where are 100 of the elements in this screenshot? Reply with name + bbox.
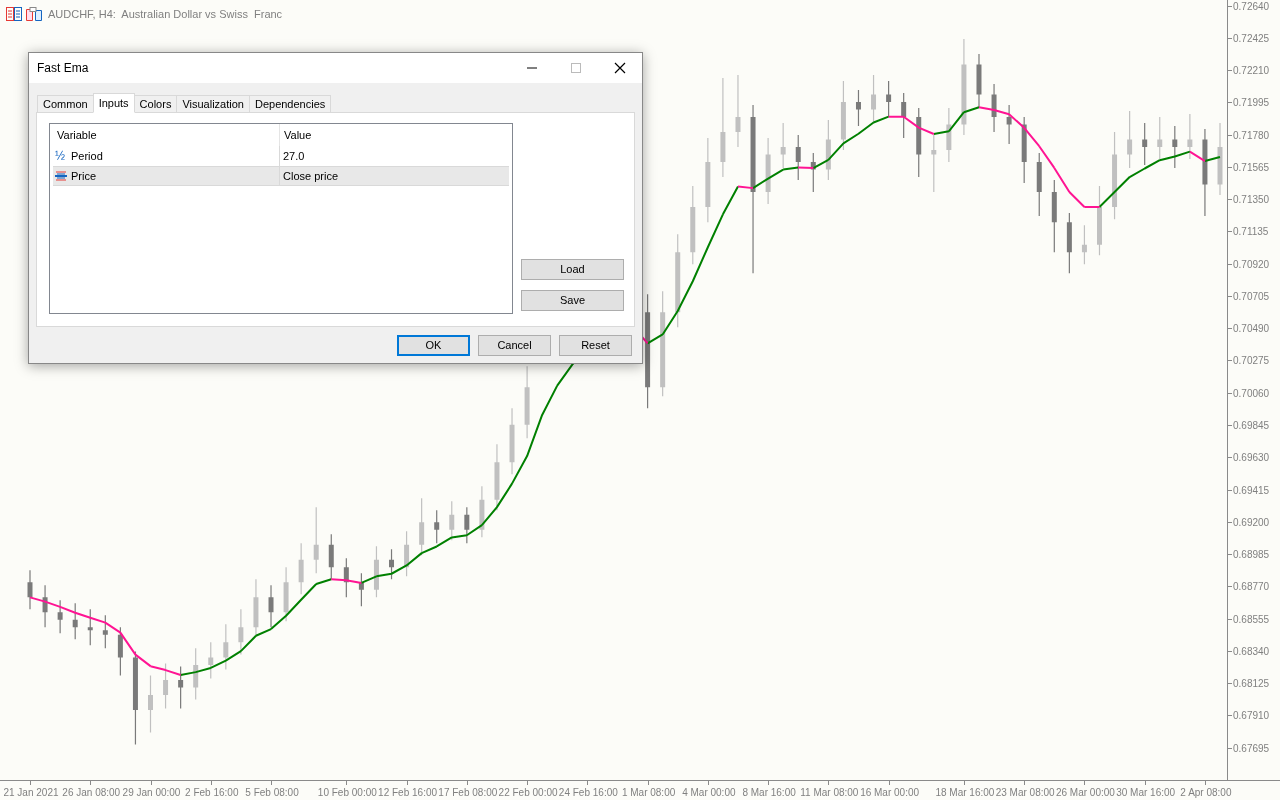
- time-label: 16 Mar 00:00: [860, 786, 920, 800]
- candlestick: [765, 138, 771, 205]
- candlestick: [1066, 213, 1072, 274]
- candlestick: [434, 510, 440, 544]
- time-label: 4 Mar 00:00: [682, 786, 736, 800]
- tab[interactable]: Dependencies: [248, 95, 332, 113]
- time-label: 29 Jan 00:00: [122, 786, 181, 800]
- price-label: 0.72425: [1233, 31, 1270, 46]
- candlestick: [238, 609, 244, 655]
- column-header: Value: [283, 127, 313, 143]
- candlestick: [449, 501, 455, 541]
- candlestick: [795, 135, 801, 181]
- candlestick: [750, 105, 756, 274]
- variable-name: Period: [71, 148, 103, 164]
- price-label: 0.71565: [1233, 160, 1270, 175]
- candlestick: [373, 546, 379, 598]
- table-row[interactable]: Price Close price: [53, 166, 509, 186]
- time-label: 1 Mar 08:00: [621, 786, 676, 800]
- time-label: 8 Mar 16:00: [742, 786, 796, 800]
- candlestick: [464, 507, 470, 544]
- price-label: 0.70275: [1233, 354, 1270, 369]
- candlestick: [328, 534, 334, 580]
- candlestick: [1202, 129, 1208, 217]
- price-label: 0.70920: [1233, 257, 1270, 272]
- chart-window-icon: [26, 7, 42, 22]
- candlestick: [117, 627, 123, 676]
- variable-name: Price: [71, 168, 97, 184]
- candlestick: [1006, 105, 1012, 145]
- candlestick: [208, 642, 214, 679]
- side-button[interactable]: Save: [521, 290, 624, 311]
- candlestick: [1217, 123, 1223, 196]
- price-label: 0.68770: [1233, 580, 1270, 595]
- time-label: 2 Feb 16:00: [185, 786, 239, 800]
- candlestick: [509, 408, 515, 475]
- candlestick: [313, 507, 319, 574]
- close-icon[interactable]: [614, 62, 626, 74]
- time-label: 10 Feb 00:00: [317, 786, 377, 800]
- candlestick: [1036, 153, 1042, 217]
- candlestick: [1021, 117, 1027, 184]
- dialog-button[interactable]: Cancel: [478, 335, 551, 356]
- tab[interactable]: Common: [37, 95, 94, 113]
- candlestick: [976, 54, 982, 109]
- candlestick: [825, 120, 831, 181]
- candlestick: [1096, 186, 1102, 256]
- price-label: 0.68555: [1233, 612, 1270, 627]
- time-label: 26 Mar 00:00: [1055, 786, 1115, 800]
- time-label: 22 Feb 00:00: [498, 786, 558, 800]
- price-label: 0.71350: [1233, 193, 1270, 208]
- variable-value: Close price: [282, 168, 339, 184]
- candlestick: [1051, 180, 1057, 253]
- candlestick: [148, 675, 154, 733]
- list-icon: [6, 7, 22, 22]
- time-label: 26 Jan 08:00: [62, 786, 121, 800]
- candlestick: [780, 123, 786, 169]
- price-label: 0.70490: [1233, 322, 1270, 337]
- candlestick: [132, 651, 138, 745]
- price-label: 0.69845: [1233, 419, 1270, 433]
- dialog-title: Fast Ema: [37, 60, 90, 77]
- price-label: 0.71135: [1233, 225, 1269, 240]
- time-label: 2 Apr 08:00: [1180, 786, 1232, 800]
- time-label: 11 Mar 08:00: [800, 786, 859, 800]
- dialog-button[interactable]: Reset: [559, 335, 632, 356]
- dialog-button[interactable]: OK: [397, 335, 470, 356]
- candlestick: [735, 75, 741, 148]
- candlestick: [916, 108, 922, 178]
- candlestick: [675, 234, 681, 328]
- time-label: 5 Feb 08:00: [245, 786, 299, 800]
- candlestick: [163, 663, 169, 709]
- time-label: 12 Feb 16:00: [378, 786, 438, 800]
- candlestick: [720, 78, 726, 178]
- price-label: 0.72210: [1233, 64, 1270, 79]
- candlestick: [931, 135, 937, 193]
- candlestick: [253, 579, 259, 637]
- candlestick: [524, 366, 530, 439]
- candlestick: [27, 570, 33, 610]
- candlestick: [1127, 111, 1133, 169]
- candlestick: [840, 81, 846, 151]
- enum-icon: [55, 170, 67, 182]
- time-label: 21 Jan 2021: [3, 786, 59, 800]
- time-label: 17 Feb 08:00: [438, 786, 498, 800]
- candlestick: [298, 543, 304, 595]
- time-label: 30 Mar 16:00: [1116, 786, 1176, 800]
- price-label: 0.68340: [1233, 644, 1270, 659]
- candlestick: [1112, 132, 1118, 220]
- price-label: 0.72640: [1233, 0, 1270, 14]
- time-label: 23 Mar 08:00: [995, 786, 1055, 800]
- candlestick: [479, 486, 485, 538]
- side-button[interactable]: Load: [521, 259, 624, 280]
- price-label: 0.70705: [1233, 289, 1270, 304]
- candlestick: [494, 444, 500, 511]
- variable-value: 27.0: [282, 148, 305, 164]
- price-label: 0.69415: [1233, 483, 1270, 498]
- price-label: 0.71780: [1233, 128, 1270, 143]
- candlestick: [660, 291, 666, 397]
- tab[interactable]: Inputs: [92, 93, 135, 113]
- candlestick: [223, 624, 229, 670]
- price-label: 0.69200: [1233, 515, 1270, 530]
- chart-title: AUDCHF, H4: Australian Dollar vs Swiss Franc: [48, 7, 283, 22]
- candlestick: [961, 39, 967, 136]
- price-label: 0.68985: [1233, 548, 1270, 563]
